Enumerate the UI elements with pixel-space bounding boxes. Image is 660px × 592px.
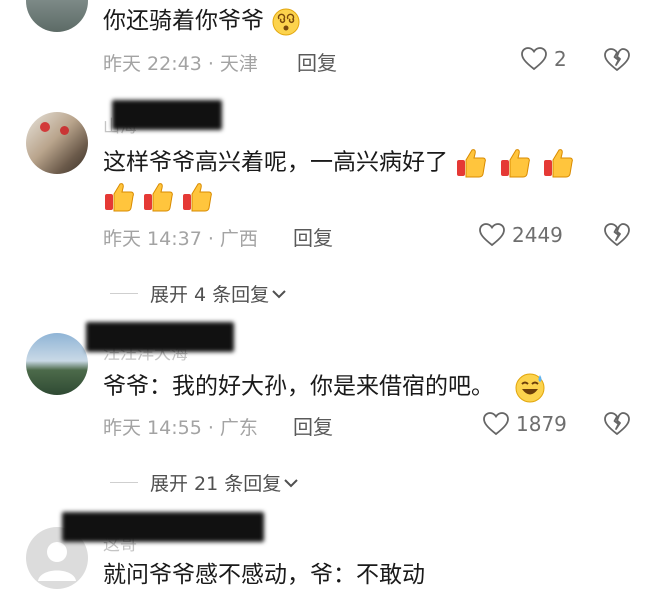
expand-replies-button[interactable]: 展开 4 条回复 <box>110 280 287 307</box>
meta-separator: · <box>201 417 220 439</box>
grinning-sweat-emoji-icon <box>515 373 545 403</box>
redaction-bar <box>112 100 222 130</box>
meta-separator: · <box>201 228 220 250</box>
dizzy-face-emoji-icon <box>272 8 300 35</box>
heart-icon <box>521 47 547 71</box>
reply-button[interactable]: 回复 <box>293 411 333 440</box>
comment-time: 昨天 22:43 <box>103 53 202 75</box>
thumbs-up-icon <box>105 183 134 212</box>
comment-meta: 昨天 14:55 · 广东 <box>103 413 258 440</box>
comment-text-row: 爷爷：我的好大孙，你是来借宿的吧。 <box>103 370 547 404</box>
avatar[interactable] <box>26 333 88 395</box>
avatar[interactable] <box>26 0 88 32</box>
thumbs-up-icon <box>457 149 487 178</box>
comment-location: 天津 <box>219 53 258 75</box>
thumbs-up-icon <box>500 149 530 178</box>
meta-separator: · <box>201 53 220 75</box>
like-count: 1879 <box>516 412 567 436</box>
comment-location: 广西 <box>219 228 258 250</box>
like-button[interactable]: 2449 <box>478 222 563 248</box>
chevron-down-icon <box>284 478 298 487</box>
comment-time: 昨天 14:37 <box>103 228 202 250</box>
comment-text-row: 这样爷爷高兴着呢，一高兴病好了 <box>103 146 576 180</box>
expand-replies-button[interactable]: 展开 21 条回复 <box>110 469 299 496</box>
chevron-down-icon <box>272 289 286 298</box>
like-button[interactable]: 2 <box>520 46 567 72</box>
dislike-icon[interactable] <box>603 222 631 248</box>
comment-meta: 昨天 14:37 · 广西 <box>103 224 258 251</box>
thumbs-up-icon <box>183 183 213 212</box>
thumbs-up-emojis <box>455 149 576 178</box>
dislike-icon[interactable] <box>603 47 631 73</box>
comment-text: 你还骑着你爷爷 <box>103 8 264 34</box>
expand-replies-label: 展开 21 条回复 <box>150 473 282 495</box>
like-count: 2449 <box>512 223 563 247</box>
comment-location: 广东 <box>219 417 258 439</box>
reply-button[interactable]: 回复 <box>293 222 333 251</box>
like-count: 2 <box>554 47 567 71</box>
heart-icon <box>479 223 505 247</box>
thumbs-up-icon <box>144 183 173 212</box>
thumbs-up-icon <box>543 149 573 178</box>
thumbs-up-emojis-row2 <box>103 180 215 214</box>
comment-text: 就问爷爷感不感动，爷：不敢动 <box>103 562 425 588</box>
redaction-bar <box>62 512 264 542</box>
divider-line <box>110 292 138 295</box>
expand-replies-label: 展开 4 条回复 <box>150 284 270 306</box>
comment-text: 这样爷爷高兴着呢，一高兴病好了 <box>103 149 448 176</box>
comment-meta: 昨天 22:43 · 天津 <box>103 49 258 76</box>
like-button[interactable]: 1879 <box>482 411 567 437</box>
comment-text: 爷爷：我的好大孙，你是来借宿的吧。 <box>103 373 494 400</box>
comment-text-row: 你还骑着你爷爷 <box>103 6 301 37</box>
divider-line <box>110 481 138 484</box>
redaction-bar <box>86 322 234 352</box>
heart-icon <box>483 412 509 436</box>
dislike-icon[interactable] <box>603 411 631 437</box>
comment-time: 昨天 14:55 <box>103 417 202 439</box>
reply-button[interactable]: 回复 <box>297 47 337 76</box>
avatar[interactable] <box>26 112 88 174</box>
